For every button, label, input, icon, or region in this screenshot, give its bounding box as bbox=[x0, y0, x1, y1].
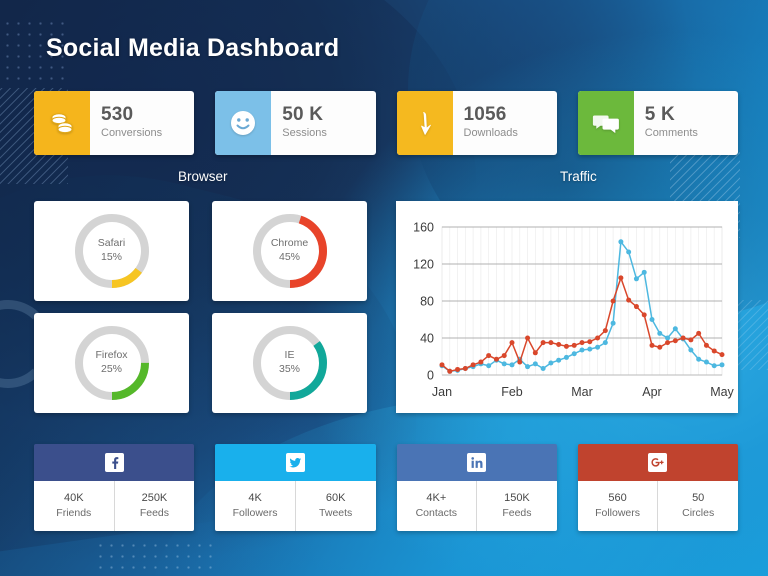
kpi-value: 5 K bbox=[644, 104, 675, 126]
svg-text:80: 80 bbox=[420, 295, 434, 309]
kpi-label: Sessions bbox=[282, 126, 327, 139]
donut-chart-safari: Safari 15% bbox=[71, 210, 153, 292]
social-card-twitter[interactable]: 4K Followers 60K Tweets bbox=[215, 444, 376, 531]
traffic-section-label: Traffic bbox=[560, 169, 597, 184]
social-stat: 50 Circles bbox=[657, 481, 738, 531]
social-stat-label: Friends bbox=[56, 506, 92, 519]
page-title: Social Media Dashboard bbox=[46, 34, 340, 62]
svg-text:0: 0 bbox=[427, 369, 434, 383]
kpi-label: Comments bbox=[644, 126, 698, 139]
kpi-label: Downloads bbox=[463, 126, 518, 139]
kpi-text: 530 Conversions bbox=[90, 91, 194, 155]
social-stat: 4K+ Contacts bbox=[397, 481, 477, 531]
social-stat: 4K Followers bbox=[215, 481, 295, 531]
social-card-body: 4K Followers 60K Tweets bbox=[215, 481, 376, 531]
social-stat-value: 60K bbox=[325, 492, 346, 505]
kpi-text: 1056 Downloads bbox=[453, 91, 557, 155]
dashboard-stage: Social Media Dashboard 530 Conversions 50 … bbox=[0, 0, 768, 576]
download-icon bbox=[396, 91, 453, 155]
browser-card-safari[interactable]: Safari 15% bbox=[34, 201, 189, 301]
svg-text:160: 160 bbox=[413, 221, 434, 235]
smiley-icon bbox=[215, 91, 272, 155]
social-card-body: 40K Friends 250K Feeds bbox=[34, 481, 195, 531]
social-card-linkedin[interactable]: 4K+ Contacts 150K Feeds bbox=[396, 444, 557, 531]
kpi-value: 1056 bbox=[463, 104, 507, 126]
comments-icon bbox=[577, 91, 634, 155]
facebook-icon[interactable] bbox=[104, 453, 124, 472]
svg-text:Jan: Jan bbox=[432, 385, 452, 399]
social-stat: 40K Friends bbox=[34, 481, 114, 531]
donut-chart-ie: IE 35% bbox=[249, 322, 331, 404]
social-stat-value: 40K bbox=[64, 492, 84, 505]
social-stat: 150K Feeds bbox=[476, 481, 557, 531]
svg-text:Feb: Feb bbox=[501, 385, 523, 399]
svg-text:Apr: Apr bbox=[642, 385, 661, 399]
social-card-header bbox=[396, 444, 557, 481]
social-card-google-plus[interactable]: 560 Followers 50 Circles bbox=[577, 444, 738, 531]
svg-text:40: 40 bbox=[420, 332, 434, 346]
social-stat-value: 150K bbox=[504, 492, 530, 505]
social-card-header bbox=[577, 444, 738, 481]
social-card-facebook[interactable]: 40K Friends 250K Feeds bbox=[34, 444, 195, 531]
kpi-text: 50 K Sessions bbox=[271, 91, 375, 155]
browser-section-label: Browser bbox=[178, 169, 228, 184]
social-stat: 60K Tweets bbox=[294, 481, 376, 531]
social-card-row: 40K Friends 250K Feeds 4K Followers 60K Tweets 4… bbox=[34, 444, 738, 531]
kpi-label: Conversions bbox=[101, 126, 163, 139]
donut-chart-firefox: Firefox 25% bbox=[71, 322, 153, 404]
linkedin-icon[interactable] bbox=[467, 453, 487, 472]
social-stat-label: Contacts bbox=[415, 506, 458, 519]
social-stat-value: 250K bbox=[141, 492, 168, 505]
social-stat-label: Feeds bbox=[502, 506, 532, 519]
social-stat-label: Followers bbox=[232, 506, 278, 519]
browser-card-chrome[interactable]: Chrome 45% bbox=[212, 201, 367, 301]
social-card-body: 560 Followers 50 Circles bbox=[577, 481, 738, 531]
social-stat: 250K Feeds bbox=[113, 481, 195, 531]
social-card-header bbox=[34, 444, 195, 481]
kpi-value: 530 bbox=[101, 104, 134, 126]
svg-text:May: May bbox=[710, 385, 734, 399]
social-card-header bbox=[215, 444, 376, 481]
social-stat-label: Followers bbox=[595, 506, 641, 519]
kpi-card-sessions[interactable]: 50 K Sessions bbox=[215, 91, 376, 155]
donut-chart-chrome: Chrome 45% bbox=[249, 210, 331, 292]
kpi-card-row: 530 Conversions 50 K Sessions 1056 Downloads 5… bbox=[34, 91, 738, 155]
social-stat-label: Tweets bbox=[319, 506, 353, 519]
social-stat: 560 Followers bbox=[578, 481, 658, 531]
kpi-value: 50 K bbox=[282, 104, 324, 126]
kpi-card-conversions[interactable]: 530 Conversions bbox=[34, 91, 195, 155]
social-stat-label: Feeds bbox=[139, 506, 170, 519]
kpi-card-downloads[interactable]: 1056 Downloads bbox=[396, 91, 557, 155]
browser-card-firefox[interactable]: Firefox 25% bbox=[34, 313, 189, 413]
svg-text:Mar: Mar bbox=[571, 385, 593, 399]
kpi-text: 5 K Comments bbox=[634, 91, 738, 155]
social-stat-value: 4K bbox=[248, 492, 262, 505]
googleplus-icon[interactable] bbox=[648, 453, 668, 472]
traffic-line-chart-card: 0 40 80 120 160 Jan Feb Mar Apr May bbox=[396, 201, 738, 413]
twitter-icon[interactable] bbox=[285, 453, 305, 472]
social-stat-value: 4K+ bbox=[426, 492, 447, 505]
social-card-body: 4K+ Contacts 150K Feeds bbox=[396, 481, 557, 531]
kpi-card-comments[interactable]: 5 K Comments bbox=[577, 91, 738, 155]
social-stat-label: Circles bbox=[682, 506, 715, 519]
coins-icon bbox=[34, 91, 90, 155]
social-stat-value: 50 bbox=[692, 492, 705, 505]
svg-text:120: 120 bbox=[413, 258, 434, 272]
browser-card-ie[interactable]: IE 35% bbox=[212, 313, 367, 413]
social-stat-value: 560 bbox=[608, 492, 627, 505]
browser-donut-grid: Safari 15% Chrome 45% Firefox 25% IE 35% bbox=[34, 201, 379, 413]
